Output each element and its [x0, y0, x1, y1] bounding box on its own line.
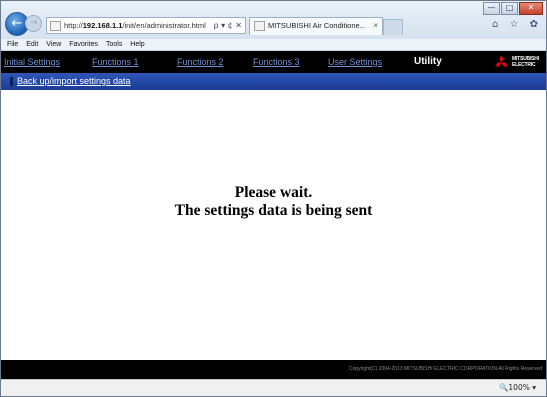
- nav-initial-settings[interactable]: Initial Settings: [4, 57, 60, 67]
- browser-status-bar: 🔍100% ▾: [1, 379, 546, 396]
- new-tab-button[interactable]: [383, 19, 403, 35]
- browser-window: ← → http://192.168.1.1/init/en/administr…: [0, 0, 547, 397]
- address-search-refresh-stop-icons[interactable]: ρ ▾ ¢ ✕: [213, 18, 242, 33]
- maximize-button[interactable]: □: [501, 2, 518, 15]
- page-footer: Copyright(C) 2004-2013 MITSUBISHI ELECTR…: [1, 360, 546, 380]
- address-host: 192.168.1.1: [82, 21, 123, 30]
- nav-user-settings[interactable]: User Settings: [328, 57, 382, 67]
- address-bar[interactable]: http://192.168.1.1/init/en/administrator…: [46, 17, 246, 34]
- menu-bar: File Edit View Favorites Tools Help: [1, 39, 546, 51]
- backup-import-settings-link[interactable]: Back up/import settings data: [17, 76, 131, 86]
- tab-close-icon[interactable]: ×: [373, 18, 378, 34]
- tab-favicon-icon: [254, 20, 265, 31]
- browser-toolbar: ← → http://192.168.1.1/init/en/administr…: [1, 1, 546, 39]
- nav-functions-2[interactable]: Functions 2: [177, 57, 224, 67]
- menu-tools[interactable]: Tools: [106, 41, 122, 48]
- nav-functions-3[interactable]: Functions 3: [253, 57, 300, 67]
- nav-functions-1[interactable]: Functions 1: [92, 57, 139, 67]
- address-path: /init/en/administrator.html: [122, 21, 206, 30]
- page-favicon-icon: [50, 20, 61, 31]
- sub-navigation: Back up/import settings data: [1, 73, 546, 90]
- menu-help[interactable]: Help: [130, 41, 144, 48]
- main-navigation: Initial Settings Functions 1 Functions 2…: [1, 51, 546, 73]
- logo-text: MITSUBISHI ELECTRIC: [512, 56, 539, 68]
- menu-view[interactable]: View: [46, 41, 61, 48]
- status-message: Please wait. The settings data is being …: [1, 184, 546, 220]
- subnav-bullet-icon: [10, 77, 13, 86]
- status-message-line1: Please wait.: [234, 184, 313, 201]
- page-content: Initial Settings Functions 1 Functions 2…: [1, 51, 546, 380]
- close-window-button[interactable]: ✕: [519, 2, 543, 15]
- tab-title: MITSUBISHI Air Conditione...: [268, 21, 366, 30]
- minimize-button[interactable]: —: [483, 2, 500, 15]
- menu-favorites[interactable]: Favorites: [69, 41, 98, 48]
- forward-arrow-icon[interactable]: →: [25, 15, 42, 32]
- window-controls: — □ ✕: [482, 2, 543, 15]
- nav-utility-active[interactable]: Utility: [414, 56, 442, 67]
- home-favorites-settings-icons[interactable]: ⌂ ☆ ✿: [492, 19, 542, 30]
- status-message-line2: The settings data is being sent: [174, 202, 373, 219]
- menu-file[interactable]: File: [7, 41, 18, 48]
- zoom-level-control[interactable]: 🔍100% ▾: [499, 383, 536, 392]
- menu-edit[interactable]: Edit: [26, 41, 38, 48]
- three-diamonds-icon: [495, 55, 508, 67]
- address-prefix: http://: [64, 21, 83, 30]
- browser-tab[interactable]: MITSUBISHI Air Conditione... ×: [249, 17, 383, 35]
- mitsubishi-logo: MITSUBISHI ELECTRIC: [493, 55, 543, 70]
- logo-text-line2: ELECTRIC: [512, 61, 536, 68]
- copyright-text: Copyright(C) 2004-2013 MITSUBISHI ELECTR…: [348, 366, 542, 372]
